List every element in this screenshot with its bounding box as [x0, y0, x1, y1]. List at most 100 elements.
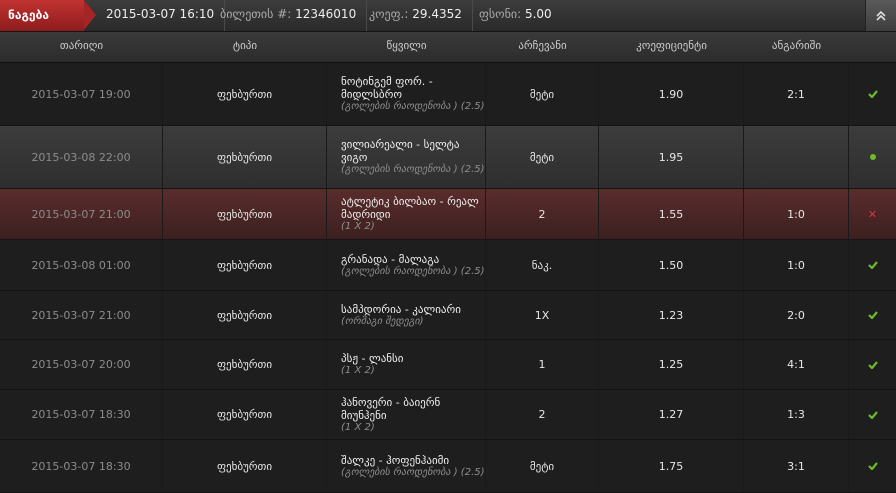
ticket-number-label: ბილეთის #:: [220, 7, 292, 21]
coefficient-value: 29.4352: [412, 7, 462, 21]
col-event: წყვილი: [386, 39, 427, 52]
row-event: გრანადა - მალაგა (გოლების რაოდენობა ) (2.…: [327, 240, 486, 290]
row-pick: 1: [486, 340, 599, 389]
pending-dot-icon: [869, 154, 876, 160]
table-row[interactable]: 2015-03-07 21:00 ფეხბურთი ატლეტიკ ბილბაო -…: [0, 189, 896, 240]
event-market: (1 X 2): [341, 365, 375, 376]
row-odds: 1.95: [599, 126, 744, 188]
event-market: (გოლების რაოდენობა ) (2.5): [341, 265, 485, 277]
row-pick: 2: [486, 189, 599, 239]
row-result: 1:0: [744, 240, 849, 290]
row-result: 3:1: [744, 440, 849, 492]
row-odds: 1.25: [599, 340, 744, 389]
row-date: 2015-03-07 18:30: [0, 440, 163, 492]
col-date: თარიღი: [59, 39, 104, 52]
row-status: [849, 440, 896, 492]
event-name: ნოტინგემ ფორ. - მიდლსბრო: [341, 75, 433, 101]
row-status: [849, 63, 896, 125]
table-row[interactable]: 2015-03-07 19:00 ფეხბურთი ნოტინგემ ფორ. - …: [0, 63, 896, 126]
row-date: 2015-03-08 01:00: [0, 240, 163, 290]
table-row[interactable]: 2015-03-08 22:00 ფეხბურთი ვილიარეალი - სელ…: [0, 126, 896, 189]
row-sport-type: ფეხბურთი: [163, 63, 327, 125]
datetime-value: 2015-03-07 16:10: [106, 7, 215, 21]
event-name: ჰანოვერი - ბაიერნ მიუნჰენი: [341, 395, 441, 422]
event-market: (გოლების რაოდენობა ) (2.5): [341, 101, 485, 112]
col-result: ანგარიში: [771, 39, 822, 52]
table-row[interactable]: 2015-03-08 01:00 ფეხბურთი გრანადა - მალაგა…: [0, 240, 896, 291]
stake-label: ფსონი:: [479, 7, 522, 21]
row-result: 1:3: [744, 390, 849, 439]
ticket-header: ნაგება 2015-03-07 16:10 ბილეთის #: 12346…: [0, 0, 896, 32]
row-sport-type: ფეხბურთი: [163, 440, 327, 492]
row-date: 2015-03-07 20:00: [0, 340, 163, 389]
row-odds: 1.27: [599, 390, 744, 439]
row-event: ნოტინგემ ფორ. - მიდლსბრო (გოლების რაოდენო…: [327, 63, 486, 125]
double-chevron-up-icon: [876, 10, 886, 21]
row-sport-type: ფეხბურთი: [163, 390, 327, 439]
event-name: ვილიარეალი - სელტა ვიგო: [341, 138, 460, 164]
row-pick: მეტი: [486, 126, 599, 188]
row-status: [849, 390, 896, 439]
row-sport-type: ფეხბურთი: [163, 126, 327, 188]
event-name: პსჟ - ლანსი: [341, 352, 404, 365]
check-icon: [867, 410, 878, 419]
row-event: სამპდორია - კალიარი (ორმაგი შედეგი): [327, 291, 486, 339]
row-odds: 1.23: [599, 291, 744, 339]
col-pick: არჩევანი: [518, 39, 567, 52]
row-status: [849, 126, 896, 188]
row-odds: 1.90: [599, 63, 744, 125]
stake-value: 5.00: [524, 7, 552, 21]
row-odds: 1.55: [599, 189, 744, 239]
row-pick: 2: [486, 390, 599, 439]
row-result: 2:0: [744, 291, 849, 339]
event-market: (1 X 2): [341, 421, 375, 433]
ticket-coefficient: კოეფ.: 29.4352: [359, 0, 473, 31]
event-name: შალკე - ჰოფენჰაიმი: [341, 453, 450, 467]
check-icon: [867, 462, 878, 470]
row-result: [744, 126, 849, 188]
cross-icon: ✕: [867, 207, 878, 221]
row-date: 2015-03-07 21:00: [0, 189, 163, 239]
row-sport-type: ფეხბურთი: [163, 340, 327, 389]
row-status: [849, 340, 896, 389]
event-market: (ორმაგი შედეგი): [341, 315, 424, 327]
row-status: [849, 291, 896, 339]
row-sport-type: ფეხბურთი: [163, 189, 327, 239]
table-row[interactable]: 2015-03-07 18:30 ფეხბურთი შალკე - ჰოფენჰაი…: [0, 440, 896, 493]
row-pick: მეტი: [486, 440, 599, 492]
table-row[interactable]: 2015-03-07 18:30 ფეხბურთი ჰანოვერი - ბაიერ…: [0, 390, 896, 440]
row-pick: ნაკ.: [486, 240, 599, 290]
row-date: 2015-03-07 18:30: [0, 390, 163, 439]
row-date: 2015-03-07 19:00: [0, 63, 163, 125]
row-sport-type: ფეხბურთი: [163, 291, 327, 339]
coefficient-label: კოეფ.:: [369, 7, 409, 21]
row-odds: 1.75: [599, 440, 744, 492]
row-result: 4:1: [744, 340, 849, 389]
row-event: შალკე - ჰოფენჰაიმი (გოლების რაოდენობა ) (…: [327, 440, 486, 492]
ticket-datetime: 2015-03-07 16:10: [96, 0, 226, 31]
row-result: 1:0: [744, 189, 849, 239]
col-type: ტიპი: [232, 39, 258, 52]
check-icon: [867, 360, 878, 369]
ticket-stake: ფსონი: 5.00: [469, 0, 562, 31]
row-event: ჰანოვერი - ბაიერნ მიუნჰენი (1 X 2): [327, 390, 486, 439]
ticket-number-value: 12346010: [295, 7, 357, 21]
row-result: 2:1: [744, 63, 849, 125]
table-row[interactable]: 2015-03-07 20:00 ფეხბურთი პსჟ - ლანსი (1 X …: [0, 340, 896, 390]
column-headers: თარიღი ტიპი წყვილი არჩევანი კოეფიციენტი …: [0, 32, 896, 63]
col-odds: კოეფიციენტი: [636, 39, 707, 52]
row-date: 2015-03-08 22:00: [0, 126, 163, 188]
event-name: გრანადა - მალაგა: [341, 252, 440, 266]
row-event: ვილიარეალი - სელტა ვიგო (გოლების რაოდენობ…: [327, 126, 486, 188]
check-icon: [867, 311, 878, 319]
row-status: ✕: [849, 189, 896, 239]
check-icon: [867, 90, 878, 98]
ticket-number: ბილეთის #: 12346010: [210, 0, 368, 31]
collapse-button[interactable]: [865, 0, 896, 31]
row-date: 2015-03-07 21:00: [0, 291, 163, 339]
row-pick: მეტი: [486, 63, 599, 125]
table-row[interactable]: 2015-03-07 21:00 ფეხბურთი სამპდორია - კალი…: [0, 291, 896, 340]
row-pick: 1X: [486, 291, 599, 339]
row-event: პსჟ - ლანსი (1 X 2): [327, 340, 486, 389]
event-market: (გოლების რაოდენობა ) (2.5): [341, 164, 485, 175]
